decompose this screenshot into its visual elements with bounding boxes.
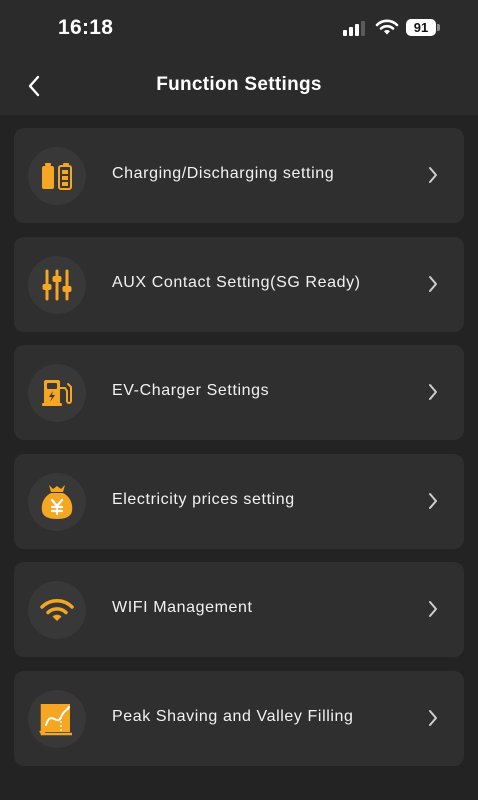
ev-charger-icon (42, 380, 72, 406)
icon-background (28, 472, 86, 531)
page-title: Function Settings (156, 74, 322, 95)
status-bar: 16:18 91 (0, 0, 478, 58)
battery-tip (437, 24, 440, 31)
menu-item-peak-shaving[interactable]: Peak Shaving and Valley Filling (14, 670, 464, 766)
sliders-icon (42, 269, 72, 300)
curve-chart-icon (39, 703, 72, 735)
icon-background (28, 147, 86, 205)
settings-list: Charging/Discharging setting AUX Contact… (14, 128, 464, 779)
menu-item-label: WIFI Management (112, 599, 253, 616)
icon-background (28, 581, 86, 639)
icon-background (28, 364, 86, 422)
menu-item-wifi[interactable]: WIFI Management (14, 562, 464, 657)
menu-item-charging[interactable]: Charging/Discharging setting (14, 128, 464, 223)
chevron-right-icon (429, 275, 437, 292)
icon-background (28, 255, 86, 314)
cellular-signal-icon (343, 21, 365, 36)
wifi-status-icon (375, 19, 399, 35)
money-bag-icon (41, 484, 73, 519)
menu-item-electricity-prices[interactable]: Electricity prices setting (14, 453, 464, 549)
chevron-right-icon (429, 601, 437, 617)
chevron-right-icon (429, 492, 437, 509)
icon-background (28, 689, 86, 748)
menu-item-ev-charger[interactable]: EV-Charger Settings (14, 345, 464, 440)
wifi-icon (40, 599, 74, 621)
chevron-right-icon (429, 384, 437, 400)
chevron-right-icon (429, 709, 437, 726)
chevron-right-icon (429, 167, 437, 183)
battery-level: 91 (413, 20, 429, 35)
menu-item-aux-contact[interactable]: AUX Contact Setting(SG Ready) (14, 236, 464, 332)
menu-item-label: AUX Contact Setting(SG Ready) (112, 273, 361, 291)
menu-item-label: Electricity prices setting (112, 490, 295, 508)
nav-bar: Function Settings (0, 58, 478, 115)
menu-item-label: EV-Charger Settings (112, 382, 270, 399)
battery-icon: 91 (406, 19, 436, 36)
battery-charge-icon (42, 163, 72, 190)
status-time: 16:18 (58, 16, 114, 39)
menu-item-label: Charging/Discharging setting (112, 165, 335, 182)
menu-item-label: Peak Shaving and Valley Filling (112, 707, 354, 725)
